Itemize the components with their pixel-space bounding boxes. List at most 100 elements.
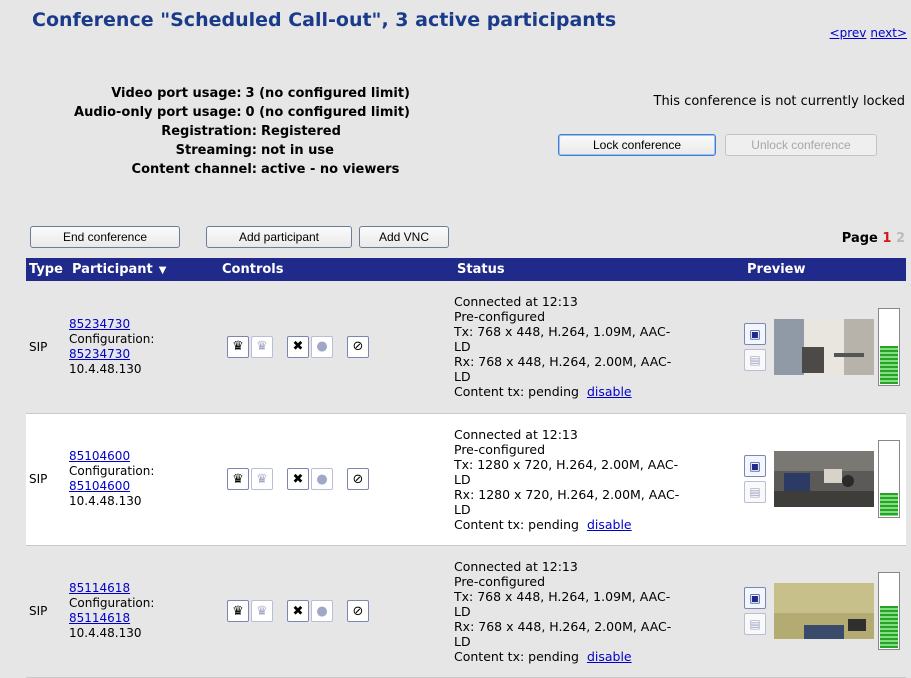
view-participant-icon[interactable]: ▣ — [744, 455, 766, 477]
mute-audio-icon[interactable]: ✖ — [287, 468, 309, 490]
status-line: Connected at 12:13 — [454, 426, 578, 442]
lock-status: This conference is not currently locked — [653, 94, 906, 109]
config-label: Configuration: — [69, 596, 155, 610]
col-participant-label: Participant — [72, 262, 153, 277]
status-line: Rx: 768 x 448, H.264, 2.00M, AAC- — [454, 354, 672, 370]
status-line: LD — [454, 501, 471, 517]
next-link[interactable]: next> — [870, 26, 907, 40]
audio-level-meter — [878, 307, 900, 386]
info-label: Registration: — [161, 124, 257, 139]
video-preview-thumbnail[interactable] — [774, 451, 874, 507]
col-type[interactable]: Type — [26, 258, 69, 281]
content-status: Content tx: pending — [454, 516, 579, 532]
add-participant-button[interactable]: Add participant — [206, 226, 352, 248]
page-title: Conference "Scheduled Call-out", 3 activ… — [32, 9, 617, 31]
status-line: Tx: 1280 x 720, H.264, 2.00M, AAC- — [454, 456, 679, 472]
participant-link[interactable]: 85114618 — [69, 581, 130, 595]
status-line: Pre-configured — [454, 309, 546, 325]
disable-video-icon[interactable]: ⊘ — [347, 335, 369, 358]
participant-type: SIP — [26, 413, 69, 545]
end-conference-button[interactable]: End conference — [30, 226, 180, 248]
col-participant[interactable]: Participant ▼ — [69, 258, 219, 281]
mute-audio-icon[interactable]: ✖ — [287, 600, 309, 622]
participant-ip: 10.4.48.130 — [69, 494, 142, 508]
info-value: Registered — [261, 124, 341, 139]
conference-info: Video port usage: 3 (no configured limit)… — [30, 84, 410, 179]
config-link[interactable]: 85114618 — [69, 611, 130, 625]
status-line: Rx: 1280 x 720, H.264, 2.00M, AAC- — [454, 486, 680, 502]
view-content-icon[interactable]: ▤ — [744, 481, 766, 503]
page-label: Page — [841, 231, 878, 246]
view-participant-icon[interactable]: ▣ — [744, 587, 766, 609]
col-controls: Controls — [219, 258, 454, 281]
view-content-icon[interactable]: ▤ — [744, 613, 766, 635]
info-label: Content channel: — [131, 162, 257, 177]
disable-content-link[interactable]: disable — [587, 517, 632, 532]
config-label: Configuration: — [69, 464, 155, 478]
disable-video-icon[interactable]: ⊘ — [347, 468, 369, 490]
participant-link[interactable]: 85234730 — [69, 317, 130, 331]
participants-table: Type Participant ▼ Controls Status Previe… — [26, 258, 906, 678]
status-line: LD — [454, 603, 471, 619]
status-line: LD — [454, 369, 471, 385]
important-participant-off-icon[interactable]: ♛ — [251, 600, 273, 622]
disable-content-link[interactable]: disable — [587, 649, 632, 664]
view-participant-icon[interactable]: ▣ — [744, 322, 766, 345]
config-link[interactable]: 85104600 — [69, 479, 130, 493]
status-line: LD — [454, 471, 471, 487]
participant-link[interactable]: 85104600 — [69, 449, 130, 463]
info-value: 0 (no configured limit) — [245, 105, 410, 120]
important-participant-off-icon[interactable]: ♛ — [251, 468, 273, 490]
important-participant-icon[interactable]: ♛ — [227, 600, 249, 622]
content-status: Content tx: pending — [454, 384, 579, 400]
participant-type: SIP — [26, 281, 69, 413]
col-preview: Preview — [744, 258, 906, 281]
info-label: Audio-only port usage: — [74, 105, 242, 120]
participant-type: SIP — [26, 545, 69, 677]
important-participant-icon[interactable]: ♛ — [227, 335, 249, 358]
pager-links: <prev next> — [826, 26, 907, 40]
lock-conference-button[interactable]: Lock conference — [558, 134, 716, 156]
disable-video-icon[interactable]: ⊘ — [347, 600, 369, 622]
table-row: SIP 85234730 Configuration: 85234730 10.… — [26, 281, 906, 413]
info-value: not in use — [261, 143, 334, 158]
audio-level-meter — [878, 440, 900, 518]
content-status: Content tx: pending — [454, 648, 579, 664]
info-value: active - no viewers — [261, 162, 400, 177]
microphone-icon[interactable]: ● — [311, 600, 333, 622]
status-line: LD — [454, 339, 471, 355]
important-participant-icon[interactable]: ♛ — [227, 468, 249, 490]
config-link[interactable]: 85234730 — [69, 347, 130, 361]
info-label: Video port usage: — [111, 86, 242, 101]
table-row: SIP 85104600 Configuration: 85104600 10.… — [26, 413, 906, 545]
col-status: Status — [454, 258, 744, 281]
video-preview-thumbnail[interactable] — [774, 583, 874, 639]
participant-ip: 10.4.48.130 — [69, 361, 142, 376]
status-line: Connected at 12:13 — [454, 558, 578, 574]
page-next[interactable]: 2 — [896, 231, 905, 246]
status-line: Connected at 12:13 — [454, 294, 578, 310]
view-content-icon[interactable]: ▤ — [744, 348, 766, 371]
microphone-icon[interactable]: ● — [311, 335, 333, 358]
info-value: 3 (no configured limit) — [245, 86, 410, 101]
status-line: Rx: 768 x 448, H.264, 2.00M, AAC- — [454, 618, 672, 634]
status-line: LD — [454, 633, 471, 649]
prev-link[interactable]: <prev — [830, 26, 867, 40]
disable-content-link[interactable]: disable — [587, 384, 632, 399]
page-current: 1 — [882, 231, 892, 246]
status-line: Tx: 768 x 448, H.264, 1.09M, AAC- — [454, 324, 671, 340]
video-preview-thumbnail[interactable] — [774, 318, 874, 375]
microphone-icon[interactable]: ● — [311, 468, 333, 490]
status-line: Tx: 768 x 448, H.264, 1.09M, AAC- — [454, 588, 671, 604]
participant-ip: 10.4.48.130 — [69, 626, 142, 640]
status-line: Pre-configured — [454, 441, 546, 457]
info-label: Streaming: — [175, 143, 257, 158]
important-participant-off-icon[interactable]: ♛ — [251, 335, 273, 358]
unlock-conference-button[interactable]: Unlock conference — [725, 134, 877, 156]
mute-audio-icon[interactable]: ✖ — [287, 335, 309, 358]
page-indicator: Page 1 2 — [842, 231, 905, 246]
table-row: SIP 85114618 Configuration: 85114618 10.… — [26, 545, 906, 677]
sort-desc-icon: ▼ — [158, 265, 167, 276]
audio-level-meter — [878, 572, 900, 650]
add-vnc-button[interactable]: Add VNC — [359, 226, 449, 248]
